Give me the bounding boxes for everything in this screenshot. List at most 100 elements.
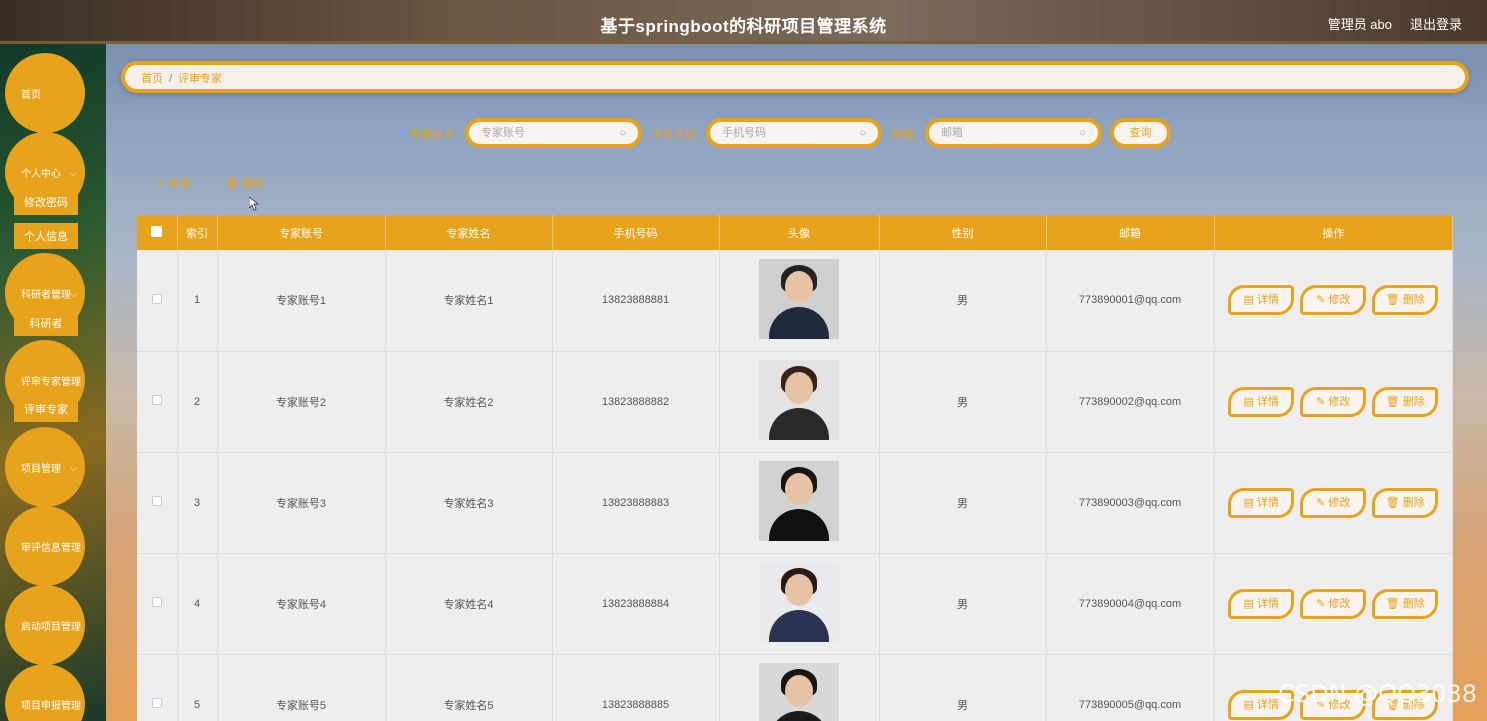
cell-avatar xyxy=(719,654,880,721)
table-row: 2 专家账号2 专家姓名2 13823888882 男 773890002@qq.com ▤… xyxy=(137,351,1453,453)
cell-phone: 13823888885 xyxy=(552,654,720,721)
cell-email: 773890004@qq.com xyxy=(1046,553,1215,655)
search-icon: ○ xyxy=(1079,127,1086,139)
sidebar-item-label: 审评信息管理 xyxy=(21,542,81,554)
column-header: 性别 xyxy=(879,215,1047,250)
email-input[interactable] xyxy=(941,127,1071,139)
sidebar-item-project-mgmt[interactable]: 项目管理 ⌵ xyxy=(5,427,85,507)
edit-button[interactable]: ✎ 修改 xyxy=(1300,487,1367,518)
cell-gender: 男 xyxy=(879,654,1047,721)
detail-button[interactable]: ▤ 详情 xyxy=(1228,386,1295,417)
row-checkbox[interactable] xyxy=(151,496,162,506)
edit-label: 修改 xyxy=(1328,597,1351,610)
row-delete-button[interactable]: 🗑 删除 xyxy=(1372,487,1439,518)
top-header: 基于springboot的科研项目管理系统 管理员 abo 退出登录 xyxy=(0,0,1487,44)
cell-actions: ▤ 详情 ✎ 修改 🗑 删除 xyxy=(1214,351,1453,453)
row-checkbox-cell[interactable] xyxy=(137,452,178,554)
cell-phone: 13823888883 xyxy=(552,452,720,554)
cell-avatar xyxy=(719,250,880,352)
row-checkbox[interactable] xyxy=(151,597,162,607)
sidebar-item-personal-info[interactable]: 个人信息 xyxy=(14,223,78,249)
row-checkbox[interactable] xyxy=(151,698,162,708)
cell-gender: 男 xyxy=(879,452,1047,554)
breadcrumb-home[interactable]: 首页 xyxy=(141,73,163,85)
sidebar-item-label: 科研者管理 xyxy=(21,289,71,301)
sidebar-item-label: 项目管理 xyxy=(21,463,61,475)
edit-button[interactable]: ✎ 修改 xyxy=(1300,285,1367,316)
cell-account: 专家账号1 xyxy=(217,250,386,352)
sidebar-item-launch-project-mgmt[interactable]: 启动项目管理 xyxy=(5,585,85,665)
column-header: 专家姓名 xyxy=(385,215,553,250)
cell-name: 专家姓名1 xyxy=(385,250,553,352)
cell-name: 专家姓名4 xyxy=(385,553,553,655)
cell-name: 专家姓名5 xyxy=(385,654,553,721)
row-checkbox[interactable] xyxy=(151,395,162,405)
sidebar-item-project-apply-mgmt[interactable]: 项目申报管理 xyxy=(5,664,85,721)
breadcrumb: 首页 / 评审专家 xyxy=(121,61,1469,93)
sidebar-item-expert[interactable]: 评审专家 xyxy=(14,396,78,422)
table-row: 4 专家账号4 专家姓名4 13823888884 男 773890004@qq.com ▤… xyxy=(137,553,1453,655)
sidebar-item-label: 个人中心 xyxy=(21,168,61,180)
avatar xyxy=(759,461,839,541)
breadcrumb-separator: / xyxy=(169,73,173,85)
cell-account: 专家账号3 xyxy=(217,452,386,554)
table-row: 5 专家账号5 专家姓名5 13823888885 男 773890005@qq.com ▤… xyxy=(137,654,1453,721)
row-checkbox-cell[interactable] xyxy=(137,553,178,655)
chevron-down-icon: ⌵ xyxy=(70,463,77,473)
delete-label: 删除 xyxy=(1402,395,1425,408)
detail-label: 详情 xyxy=(1256,698,1279,711)
account-label: 专家账号 xyxy=(410,129,454,141)
row-delete-button[interactable]: 🗑 删除 xyxy=(1372,588,1439,619)
select-all-checkbox[interactable] xyxy=(151,225,163,237)
sidebar-item-researcher[interactable]: 科研者 xyxy=(14,310,78,336)
phone-search-box: ○ xyxy=(706,118,882,148)
cell-name: 专家姓名3 xyxy=(385,452,553,554)
column-header: 邮箱 xyxy=(1046,215,1215,250)
cell-avatar xyxy=(719,553,880,655)
current-user: 管理员 abo xyxy=(1327,17,1392,32)
edit-label: 修改 xyxy=(1328,496,1351,509)
sidebar: 首页 个人中心 ⌵ 修改密码 个人信息 科研者管理 ⌵ 科研者 评审专家管理 评审专… xyxy=(0,44,106,721)
cell-actions: ▤ 详情 ✎ 修改 🗑 删除 xyxy=(1214,553,1453,655)
cell-avatar xyxy=(719,351,880,453)
cell-account: 专家账号2 xyxy=(217,351,386,453)
detail-label: 详情 xyxy=(1256,395,1279,408)
cell-email: 773890003@qq.com xyxy=(1046,452,1215,554)
sidebar-item-label: 首页 xyxy=(21,89,41,101)
sidebar-item-label: 启动项目管理 xyxy=(21,621,81,633)
edit-button[interactable]: ✎ 修改 xyxy=(1300,588,1367,619)
avatar xyxy=(759,663,839,721)
column-header: 专家账号 xyxy=(217,215,386,250)
detail-button[interactable]: ▤ 详情 xyxy=(1228,285,1295,316)
detail-button[interactable]: ▤ 详情 xyxy=(1228,487,1295,518)
add-button[interactable]: ＋ 新增 xyxy=(155,175,191,191)
logout-link[interactable]: 退出登录 xyxy=(1410,14,1462,33)
column-header: 操作 xyxy=(1214,215,1453,250)
sidebar-item-change-password[interactable]: 修改密码 xyxy=(14,189,78,215)
row-checkbox-cell[interactable] xyxy=(137,250,178,352)
expert-table: 索引 专家账号 专家姓名 手机号码 头像 性别 邮箱 操作 1 专家账号1 专家姓名… xyxy=(137,215,1453,721)
row-checkbox-cell[interactable] xyxy=(137,654,178,721)
row-checkbox-cell[interactable] xyxy=(137,351,178,453)
cell-index: 4 xyxy=(177,553,218,655)
cell-name: 专家姓名2 xyxy=(385,351,553,453)
sidebar-item-home[interactable]: 首页 xyxy=(5,53,85,133)
cell-gender: 男 xyxy=(879,553,1047,655)
row-checkbox[interactable] xyxy=(151,293,162,304)
table-header-row: 索引 专家账号 专家姓名 手机号码 头像 性别 邮箱 操作 xyxy=(137,215,1453,250)
phone-label: 手机号码 xyxy=(652,129,696,141)
edit-button[interactable]: ✎ 修改 xyxy=(1300,386,1367,417)
column-header: 手机号码 xyxy=(552,215,720,250)
delete-label: 删除 xyxy=(1402,597,1425,610)
account-input[interactable] xyxy=(481,127,611,139)
select-all-checkbox-cell[interactable] xyxy=(137,215,178,250)
sidebar-item-review-info-mgmt[interactable]: 审评信息管理 xyxy=(5,506,85,586)
detail-button[interactable]: ▤ 详情 xyxy=(1228,588,1295,619)
delete-button[interactable]: 🗑 删除 xyxy=(225,175,264,191)
row-delete-button[interactable]: 🗑 删除 xyxy=(1372,285,1439,316)
query-button[interactable]: 查询 xyxy=(1110,118,1171,148)
avatar xyxy=(759,258,839,339)
column-header: 索引 xyxy=(177,215,218,250)
phone-input[interactable] xyxy=(722,127,852,139)
row-delete-button[interactable]: 🗑 删除 xyxy=(1372,386,1439,417)
